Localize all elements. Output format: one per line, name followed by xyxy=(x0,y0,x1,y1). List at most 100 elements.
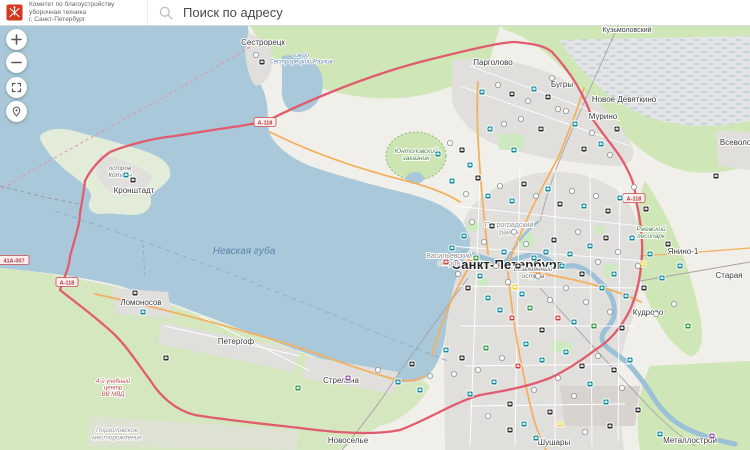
vehicle-marker[interactable] xyxy=(533,192,540,199)
vehicle-marker[interactable] xyxy=(607,152,614,159)
vehicle-marker[interactable] xyxy=(578,270,586,278)
vehicle-marker[interactable] xyxy=(646,250,654,258)
vehicle-marker[interactable] xyxy=(556,420,564,428)
map-canvas[interactable]: А-118 А-118 А-118 41А-007 Сестрорецк Кузьмол… xyxy=(0,26,750,450)
vehicle-marker[interactable] xyxy=(537,125,545,133)
vehicle-marker[interactable] xyxy=(708,432,716,440)
vehicle-marker[interactable] xyxy=(563,108,570,115)
search-input[interactable] xyxy=(181,4,585,21)
vehicle-marker[interactable] xyxy=(571,120,579,128)
vehicle-marker[interactable] xyxy=(442,346,450,354)
vehicle-marker[interactable] xyxy=(634,406,642,414)
vehicle-marker[interactable] xyxy=(522,340,530,348)
vehicle-marker[interactable] xyxy=(578,362,586,370)
vehicle-marker[interactable] xyxy=(566,250,574,258)
vehicle-marker[interactable] xyxy=(374,366,381,373)
vehicle-marker[interactable] xyxy=(129,176,137,184)
vehicle-marker[interactable] xyxy=(531,386,538,393)
vehicle-marker[interactable] xyxy=(544,93,552,101)
vehicle-marker[interactable] xyxy=(496,306,504,314)
vehicle-marker[interactable] xyxy=(500,248,508,256)
vehicle-marker[interactable] xyxy=(454,270,461,277)
vehicle-marker[interactable] xyxy=(500,121,507,128)
vehicle-marker[interactable] xyxy=(131,289,139,297)
vehicle-marker[interactable] xyxy=(558,262,566,270)
vehicle-marker[interactable] xyxy=(615,248,622,255)
vehicle-marker[interactable] xyxy=(484,192,492,200)
vehicle-marker[interactable] xyxy=(474,174,482,182)
vehicle-marker[interactable] xyxy=(344,374,352,382)
vehicle-marker[interactable] xyxy=(448,244,456,252)
vehicle-marker[interactable] xyxy=(570,318,578,326)
vehicle-marker[interactable] xyxy=(506,426,514,434)
vehicle-marker[interactable] xyxy=(530,254,538,262)
vehicle-marker[interactable] xyxy=(504,278,511,285)
vehicle-marker[interactable] xyxy=(563,284,570,291)
vehicle-marker[interactable] xyxy=(613,125,621,133)
vehicle-marker[interactable] xyxy=(555,374,562,381)
vehicle-marker[interactable] xyxy=(535,272,542,279)
vehicle-marker[interactable] xyxy=(653,310,660,317)
vehicle-marker[interactable] xyxy=(582,428,589,435)
vehicle-marker[interactable] xyxy=(139,308,147,316)
vehicle-marker[interactable] xyxy=(597,140,605,148)
vehicle-marker[interactable] xyxy=(520,420,528,428)
vehicle-marker[interactable] xyxy=(580,202,588,210)
vehicle-marker[interactable] xyxy=(532,434,540,442)
vehicle-marker[interactable] xyxy=(525,98,532,105)
vehicle-marker[interactable] xyxy=(514,262,522,270)
vehicle-marker[interactable] xyxy=(550,236,558,244)
vehicle-marker[interactable] xyxy=(640,284,648,292)
vehicle-marker[interactable] xyxy=(496,182,503,189)
vehicle-marker[interactable] xyxy=(514,362,522,370)
vehicle-marker[interactable] xyxy=(554,314,562,322)
vehicle-marker[interactable] xyxy=(595,352,602,359)
vehicle-marker[interactable] xyxy=(252,51,259,58)
vehicle-marker[interactable] xyxy=(494,82,501,89)
vehicle-marker[interactable] xyxy=(610,270,618,278)
vehicle-marker[interactable] xyxy=(664,240,672,248)
vehicle-marker[interactable] xyxy=(631,183,638,190)
vehicle-marker[interactable] xyxy=(575,228,582,235)
vehicle-marker[interactable] xyxy=(571,392,578,399)
vehicle-marker[interactable] xyxy=(506,400,514,408)
vehicle-marker[interactable] xyxy=(408,360,416,368)
vehicle-marker[interactable] xyxy=(468,218,475,225)
vehicle-marker[interactable] xyxy=(530,85,538,93)
vehicle-marker[interactable] xyxy=(478,88,486,96)
vehicle-marker[interactable] xyxy=(602,398,610,406)
vehicle-marker[interactable] xyxy=(538,356,546,364)
vehicle-marker[interactable] xyxy=(619,384,626,391)
vehicle-marker[interactable] xyxy=(508,90,516,98)
vehicle-marker[interactable] xyxy=(458,354,466,362)
vehicle-marker[interactable] xyxy=(712,172,720,180)
vehicle-marker[interactable] xyxy=(511,283,519,291)
vehicle-marker[interactable] xyxy=(434,150,442,158)
vehicle-marker[interactable] xyxy=(518,290,526,298)
zoom-out-button[interactable] xyxy=(6,52,27,73)
vehicle-marker[interactable] xyxy=(676,262,684,270)
vehicle-marker[interactable] xyxy=(544,185,552,193)
vehicle-marker[interactable] xyxy=(616,194,624,202)
vehicle-marker[interactable] xyxy=(446,140,453,147)
vehicle-marker[interactable] xyxy=(508,314,516,322)
vehicle-marker[interactable] xyxy=(562,348,570,356)
vehicle-marker[interactable] xyxy=(508,197,516,205)
vehicle-marker[interactable] xyxy=(482,344,490,352)
vehicle-marker[interactable] xyxy=(523,240,530,247)
vehicle-marker[interactable] xyxy=(593,192,600,199)
vehicle-marker[interactable] xyxy=(484,412,491,419)
vehicle-marker[interactable] xyxy=(258,58,266,66)
vehicle-marker[interactable] xyxy=(464,284,472,292)
vehicle-marker[interactable] xyxy=(492,262,499,269)
vehicle-marker[interactable] xyxy=(510,228,517,235)
vehicle-marker[interactable] xyxy=(490,378,498,386)
vehicle-marker[interactable] xyxy=(394,378,402,386)
vehicle-marker[interactable] xyxy=(628,234,636,242)
vehicle-marker[interactable] xyxy=(626,356,634,364)
vehicle-marker[interactable] xyxy=(586,380,594,388)
vehicle-marker[interactable] xyxy=(518,116,525,123)
vehicle-marker[interactable] xyxy=(476,272,484,280)
vehicle-marker[interactable] xyxy=(480,238,487,245)
vehicle-marker[interactable] xyxy=(122,171,130,179)
